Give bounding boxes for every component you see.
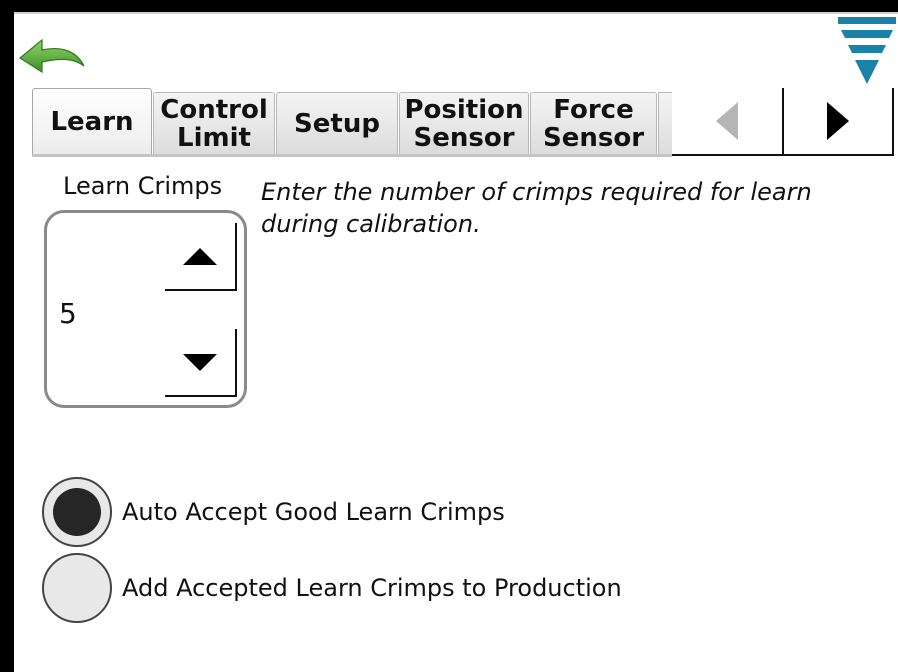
radio-label: Add Accepted Learn Crimps to Production: [122, 574, 622, 602]
radio-button-selected[interactable]: [42, 477, 112, 547]
decrement-button[interactable]: [165, 329, 237, 397]
back-arrow-icon: [18, 38, 85, 74]
tab-force-sensor[interactable]: Force Sensor: [530, 92, 657, 154]
tab-prev-button[interactable]: [672, 88, 784, 156]
frame-divider: [14, 12, 898, 14]
tab-learn[interactable]: Learn: [32, 88, 152, 154]
tab-bar: Learn Control Limit Setup Position Senso…: [32, 88, 898, 158]
learn-crimps-description: Enter the number of crimps required for …: [261, 178, 812, 238]
tab-label: Position Sensor: [404, 94, 524, 153]
learn-crimps-label: Learn Crimps: [63, 172, 223, 200]
tab-overflow-stub: [658, 92, 672, 154]
radio-auto-accept[interactable]: Auto Accept Good Learn Crimps: [42, 477, 505, 547]
radio-dot: [53, 488, 101, 536]
screen-frame-top: [0, 0, 898, 12]
tab-label: Setup: [294, 108, 380, 139]
tab-setup[interactable]: Setup: [276, 92, 398, 154]
learn-crimps-stepper: 5: [44, 210, 247, 408]
learn-crimps-value[interactable]: 5: [59, 297, 77, 330]
increment-button[interactable]: [165, 223, 237, 291]
tab-label: Control Limit: [160, 94, 268, 153]
screen-frame-left: [0, 0, 14, 672]
triangle-down-icon: [183, 353, 217, 371]
triangle-up-icon: [183, 247, 217, 265]
tab-position-sensor[interactable]: Position Sensor: [399, 92, 529, 154]
menu-button[interactable]: [835, 14, 897, 86]
striped-triangle-menu-icon: [838, 17, 896, 84]
radio-button[interactable]: [42, 553, 112, 623]
radio-label: Auto Accept Good Learn Crimps: [122, 498, 505, 526]
tab-bar-underline: [32, 154, 672, 157]
tab-label: Force Sensor: [542, 94, 645, 153]
tab-control-limit[interactable]: Control Limit: [153, 92, 275, 154]
triangle-right-icon: [827, 102, 849, 140]
tab-next-button[interactable]: [784, 88, 894, 156]
back-button[interactable]: [16, 28, 88, 78]
tab-label: Learn: [50, 106, 134, 137]
radio-add-to-production[interactable]: Add Accepted Learn Crimps to Production: [42, 553, 622, 623]
triangle-left-icon: [716, 102, 738, 140]
